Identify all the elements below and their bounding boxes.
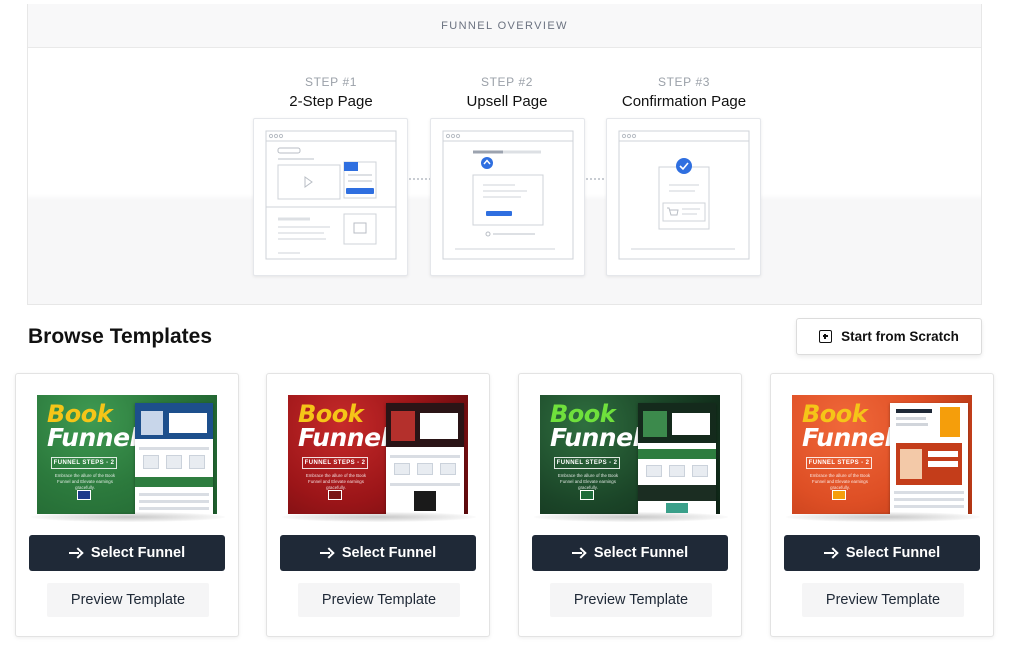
step-3-title: Confirmation Page [621,93,747,110]
arrow-right-icon [68,547,82,559]
select-funnel-button[interactable]: Select Funnel [280,535,476,571]
select-funnel-button[interactable]: Select Funnel [29,535,225,571]
thumbnail-tagline: Embrace the allure of the Book Funnel an… [54,473,116,490]
step-1-kicker: STEP #1 [304,75,357,89]
select-funnel-label: Select Funnel [90,545,186,561]
thumbnail-tagline: Embrace the allure of the Book Funnel an… [305,473,367,490]
step-connector [409,178,431,180]
confirmation-page-wireframe-icon [618,130,750,260]
step-2-card[interactable] [430,118,585,276]
template-card: Book Funnel FUNNEL STEPS - 2 Embrace the… [770,373,994,637]
upsell-page-wireframe-icon [442,130,574,260]
thumbnail-steps-label: FUNNEL STEPS - 2 [51,457,117,469]
plus-square-icon [819,330,833,343]
thumbnail-page-preview [638,403,716,514]
step-3-heading: STEP #3 Confirmation Page [604,75,764,110]
template-thumbnail[interactable]: Book Funnel FUNNEL STEPS - 2 Embrace the… [288,395,468,514]
thumbnail-mini-book [580,490,594,500]
step-1-title: 2-Step Page [289,93,373,110]
step-2-kicker: STEP #2 [480,75,533,89]
thumbnail-page-preview [135,403,213,514]
thumbnail-shadow [534,512,728,522]
preview-template-button[interactable]: Preview Template [298,583,460,617]
select-funnel-button[interactable]: Select Funnel [784,535,980,571]
template-thumbnail[interactable]: Book Funnel FUNNEL STEPS - 2 Embrace the… [792,395,972,514]
thumbnail-book-title: Book Funnel [47,400,138,452]
step-connector [586,178,608,180]
select-funnel-label: Select Funnel [341,545,437,561]
preview-template-button[interactable]: Preview Template [47,583,209,617]
step-2-title: Upsell Page [466,93,548,110]
step-3-card[interactable] [606,118,761,276]
thumbnail-shadow [786,512,980,522]
thumbnail-steps-label: FUNNEL STEPS - 2 [302,457,368,469]
template-card: Book Funnel FUNNEL STEPS - 2 Embrace the… [266,373,490,637]
thumbnail-steps-label: FUNNEL STEPS - 2 [806,457,872,469]
step-3-kicker: STEP #3 [657,75,710,89]
funnel-overview-panel: FUNNEL OVERVIEW STEP #1 2-Step Page STEP… [27,4,982,305]
thumbnail-shadow [282,512,476,522]
select-funnel-button[interactable]: Select Funnel [532,535,728,571]
start-from-scratch-button[interactable]: Start from Scratch [796,318,982,355]
arrow-right-icon [823,547,837,559]
thumbnail-shadow [31,512,225,522]
thumbnail-page-preview [890,403,968,514]
preview-template-button[interactable]: Preview Template [802,583,964,617]
select-funnel-label: Select Funnel [845,545,941,561]
start-from-scratch-label: Start from Scratch [841,329,959,344]
preview-template-button[interactable]: Preview Template [550,583,712,617]
step-2-heading: STEP #2 Upsell Page [427,75,587,110]
thumbnail-mini-book [77,490,91,500]
thumbnail-book-title: Book Funnel [802,400,893,452]
thumbnail-steps-label: FUNNEL STEPS - 2 [554,457,620,469]
arrow-right-icon [319,547,333,559]
two-step-page-wireframe-icon [265,130,397,260]
arrow-right-icon [571,547,585,559]
template-card: Book Funnel FUNNEL STEPS - 2 Embrace the… [518,373,742,637]
thumbnail-tagline: Embrace the allure of the Book Funnel an… [809,473,871,490]
browse-templates-heading: Browse Templates [28,325,213,348]
thumbnail-mini-book [328,490,342,500]
select-funnel-label: Select Funnel [593,545,689,561]
template-card: Book Funnel FUNNEL STEPS - 2 Embrace the… [15,373,239,637]
funnel-overview-header: FUNNEL OVERVIEW [28,4,981,48]
thumbnail-page-preview [386,403,464,514]
thumbnail-book-title: Book Funnel [550,400,641,452]
thumbnail-tagline: Embrace the allure of the Book Funnel an… [557,473,619,490]
step-1-card[interactable] [253,118,408,276]
thumbnail-mini-book [832,490,846,500]
template-thumbnail[interactable]: Book Funnel FUNNEL STEPS - 2 Embrace the… [540,395,720,514]
template-thumbnail[interactable]: Book Funnel FUNNEL STEPS - 2 Embrace the… [37,395,217,514]
step-1-heading: STEP #1 2-Step Page [251,75,411,110]
thumbnail-book-title: Book Funnel [298,400,389,452]
